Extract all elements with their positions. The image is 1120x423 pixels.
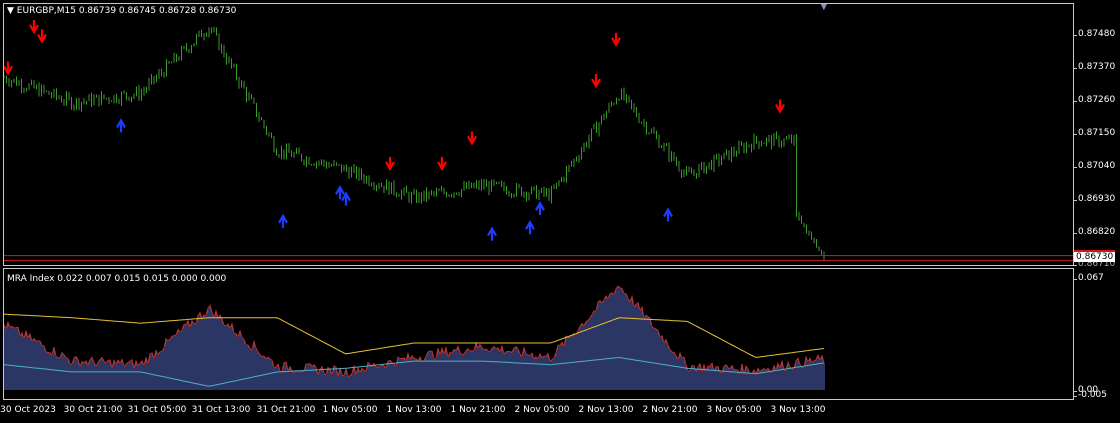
arrow-up-icon: [663, 207, 673, 222]
time-label: 1 Nov 13:00: [386, 405, 442, 415]
time-label: 2 Nov 13:00: [578, 405, 634, 415]
price-chart-canvas[interactable]: [4, 4, 1073, 265]
price-tick: 0.86930: [1073, 194, 1116, 204]
arrow-up-icon: [525, 220, 535, 235]
time-label: 31 Oct 21:00: [256, 405, 316, 415]
price-tick: 0.87480: [1073, 29, 1116, 39]
triangle-down-icon[interactable]: ▼: [7, 6, 17, 16]
price-tick: 0.87370: [1073, 62, 1116, 72]
price-tick: 0.87150: [1073, 128, 1116, 138]
indicator-axis: 0.067 0.00 -0.005: [1073, 268, 1120, 400]
scroll-marker-triangle-down-icon[interactable]: ▼: [820, 4, 828, 12]
time-label: 31 Oct 05:00: [127, 405, 187, 415]
time-label: 30 Oct 2023: [0, 405, 56, 415]
mra-indicator-pane[interactable]: MRA Index 0.022 0.007 0.015 0.015 0.000 …: [3, 268, 1074, 400]
arrow-down-icon: [4, 61, 13, 76]
indicator-title: MRA Index 0.022 0.007 0.015 0.015 0.000 …: [7, 274, 227, 284]
indicator-tick: 0.067: [1074, 273, 1104, 283]
current-price-tag: 0.86730: [1074, 250, 1116, 262]
price-tick: 0.87040: [1073, 161, 1116, 171]
time-label: 1 Nov 21:00: [450, 405, 506, 415]
time-label: 31 Oct 13:00: [191, 405, 251, 415]
price-tick: 0.87260: [1073, 95, 1116, 105]
arrow-down-icon: [437, 156, 447, 172]
arrow-down-icon: [591, 74, 601, 89]
time-label: 30 Oct 21:00: [63, 405, 123, 415]
arrow-up-icon: [116, 118, 126, 133]
arrow-up-icon: [487, 226, 497, 241]
price-axis: 0.87480 0.87370 0.87260 0.87150 0.87040 …: [1073, 3, 1120, 269]
chart-title-row: ▼ EURGBP,M15 0.86739 0.86745 0.86728 0.8…: [7, 6, 236, 16]
time-label: 2 Nov 21:00: [642, 405, 698, 415]
time-label: 3 Nov 05:00: [706, 405, 762, 415]
arrow-down-icon: [467, 131, 477, 146]
arrow-down-icon: [385, 156, 395, 172]
chart-title: EURGBP,M15 0.86739 0.86745 0.86728 0.867…: [16, 6, 237, 16]
arrow-down-icon: [775, 99, 785, 114]
arrow-up-icon: [341, 191, 351, 206]
arrow-down-icon: [29, 20, 39, 35]
time-label: 1 Nov 05:00: [322, 405, 378, 415]
arrow-up-icon: [535, 200, 545, 216]
arrow-up-icon: [278, 213, 288, 228]
upper-band-line: [4, 313, 825, 358]
price-chart-pane[interactable]: ▼ EURGBP,M15 0.86739 0.86745 0.86728 0.8…: [3, 3, 1074, 266]
indicator-tick: -0.005: [1073, 390, 1108, 400]
price-bars: [4, 26, 825, 261]
mra-indicator-canvas[interactable]: [4, 269, 1073, 399]
mra-histogram: [4, 286, 825, 390]
arrow-down-icon: [37, 29, 47, 44]
arrow-down-icon: [611, 32, 621, 47]
time-label: 3 Nov 13:00: [770, 405, 826, 415]
time-label: 2 Nov 05:00: [514, 405, 570, 415]
price-tick: 0.86820: [1073, 227, 1116, 237]
